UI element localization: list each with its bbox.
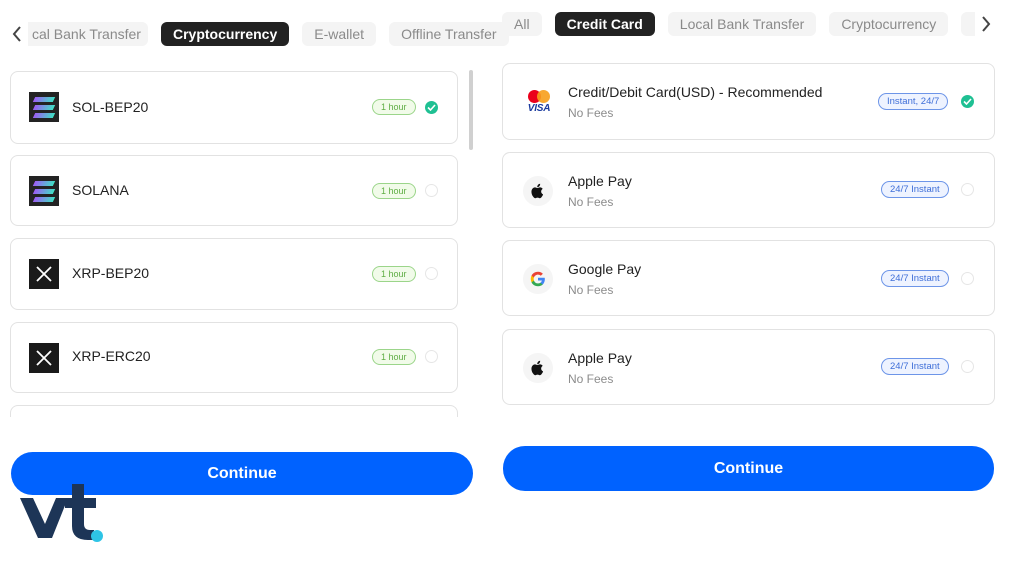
radio-selected[interactable] — [425, 101, 438, 114]
solana-icon — [29, 92, 59, 122]
tab-local-bank-transfer[interactable]: cal Bank Transfer — [28, 22, 148, 46]
tab-cryptocurrency[interactable]: Cryptocurrency — [161, 22, 290, 46]
speed-badge: 24/7 Instant — [881, 270, 949, 287]
tab-partial[interactable] — [961, 12, 975, 36]
apple-icon — [523, 353, 553, 383]
card-payment-panel: All Credit Card Local Bank Transfer Cryp… — [495, 0, 1024, 573]
method-name: Apple Pay — [568, 173, 632, 189]
payment-method-partial[interactable] — [10, 405, 458, 417]
method-name: SOL-BEP20 — [72, 99, 149, 115]
radio-unselected[interactable] — [961, 183, 974, 196]
apple-icon — [523, 176, 553, 206]
method-name: XRP-ERC20 — [72, 348, 151, 364]
continue-button[interactable]: Continue — [503, 446, 994, 491]
payment-method-apple-pay-2[interactable]: Apple Pay No Fees 24/7 Instant — [502, 329, 995, 405]
tab-offline-transfer[interactable]: Offline Transfer — [389, 22, 509, 46]
scrollbar-thumb[interactable] — [469, 70, 473, 150]
crypto-payment-panel: cal Bank Transfer Cryptocurrency E-walle… — [0, 0, 509, 573]
method-fee: No Fees — [568, 195, 614, 209]
chevron-left-icon[interactable] — [10, 26, 24, 42]
check-icon — [427, 104, 436, 111]
vt-watermark-logo — [20, 484, 103, 542]
radio-unselected[interactable] — [961, 360, 974, 373]
xrp-icon — [29, 343, 59, 373]
radio-unselected[interactable] — [425, 267, 438, 280]
right-tab-bar: All Credit Card Local Bank Transfer Cryp… — [502, 12, 961, 36]
visa-mastercard-icon: VISA — [525, 88, 553, 116]
method-name: Credit/Debit Card(USD) - Recommended — [568, 84, 823, 100]
method-fee: No Fees — [568, 372, 614, 386]
tab-cryptocurrency[interactable]: Cryptocurrency — [829, 12, 949, 36]
tab-local-bank-transfer[interactable]: Local Bank Transfer — [667, 12, 817, 36]
solana-icon — [29, 176, 59, 206]
method-name: SOLANA — [72, 182, 129, 198]
method-name: XRP-BEP20 — [72, 265, 150, 281]
payment-method-xrp-erc20[interactable]: XRP-ERC20 1 hour — [10, 322, 458, 393]
radio-unselected[interactable] — [961, 272, 974, 285]
payment-method-apple-pay[interactable]: Apple Pay No Fees 24/7 Instant — [502, 152, 995, 228]
payment-method-solana[interactable]: SOLANA 1 hour — [10, 155, 458, 226]
payment-method-credit-debit-card[interactable]: VISA Credit/Debit Card(USD) - Recommende… — [502, 63, 995, 140]
speed-badge: 24/7 Instant — [881, 358, 949, 375]
time-badge: 1 hour — [372, 349, 416, 365]
tab-e-wallet[interactable]: E-wallet — [302, 22, 377, 46]
xrp-icon — [29, 259, 59, 289]
time-badge: 1 hour — [372, 183, 416, 199]
time-badge: 1 hour — [372, 99, 416, 115]
payment-method-xrp-bep20[interactable]: XRP-BEP20 1 hour — [10, 238, 458, 310]
radio-selected[interactable] — [961, 95, 974, 108]
method-fee: No Fees — [568, 283, 614, 297]
check-icon — [963, 98, 972, 105]
tab-credit-card[interactable]: Credit Card — [554, 12, 655, 36]
left-tab-bar: cal Bank Transfer Cryptocurrency E-walle… — [28, 22, 522, 46]
payment-method-sol-bep20[interactable]: SOL-BEP20 1 hour — [10, 71, 458, 144]
method-name: Google Pay — [568, 261, 642, 277]
time-badge: 1 hour — [372, 266, 416, 282]
method-name: Apple Pay — [568, 350, 632, 366]
method-fee: No Fees — [568, 106, 614, 120]
tab-all[interactable]: All — [502, 12, 542, 36]
chevron-right-icon[interactable] — [979, 16, 993, 32]
radio-unselected[interactable] — [425, 184, 438, 197]
radio-unselected[interactable] — [425, 350, 438, 363]
google-icon — [523, 264, 553, 294]
payment-method-google-pay[interactable]: Google Pay No Fees 24/7 Instant — [502, 240, 995, 316]
speed-badge: Instant, 24/7 — [878, 93, 949, 110]
speed-badge: 24/7 Instant — [881, 181, 949, 198]
